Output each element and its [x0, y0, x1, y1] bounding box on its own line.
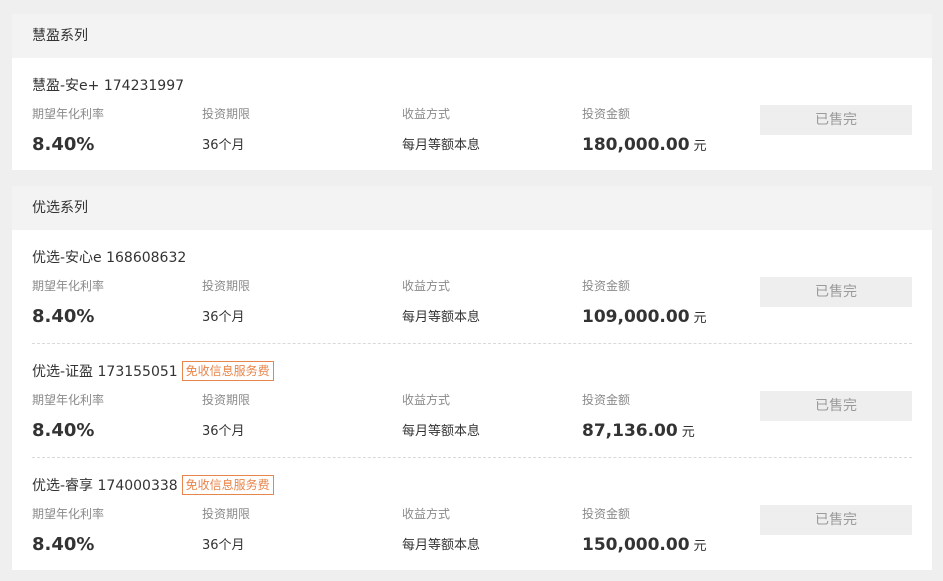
rate-value: 8.40%: [32, 306, 95, 327]
series-section-youxuan: 优选系列 优选-安心e 168608632 期望年化利率 8.40% 投资期限 …: [12, 186, 932, 570]
amount-label: 投资金额: [582, 507, 631, 521]
amount-value: 150,000.00: [582, 535, 690, 555]
product-title[interactable]: 慧盈-安e+ 174231997: [32, 75, 184, 95]
repayment-label: 收益方式: [402, 107, 451, 121]
amount-value: 109,000.00: [582, 307, 690, 327]
product-card: 慧盈-安e+ 174231997 期望年化利率 8.40% 投资期限 36个月 …: [32, 58, 912, 172]
amount-value: 180,000.00: [582, 135, 690, 155]
repayment-value: 每月等额本息: [402, 424, 481, 439]
amount-value-row: 109,000.00 元: [582, 307, 707, 329]
amount-unit: 元: [693, 139, 707, 154]
rate-column: 期望年化利率 8.40%: [32, 106, 104, 155]
amount-value-row: 87,136.00 元: [582, 421, 695, 443]
product-title[interactable]: 优选-安心e 168608632: [32, 247, 186, 267]
rate-value: 8.40%: [32, 134, 95, 155]
amount-unit: 元: [681, 425, 695, 440]
amount-label: 投资金额: [582, 393, 631, 407]
product-name[interactable]: 慧盈-安e+ 174231997: [32, 75, 184, 95]
series-section-huiying: 慧盈系列 慧盈-安e+ 174231997 期望年化利率 8.40% 投资期限 …: [12, 14, 932, 170]
amount-unit: 元: [693, 311, 707, 326]
product-list-page: 慧盈系列 慧盈-安e+ 174231997 期望年化利率 8.40% 投资期限 …: [0, 0, 943, 581]
rate-label: 期望年化利率: [32, 279, 105, 293]
amount-label: 投资金额: [582, 279, 631, 293]
product-card: 优选-证盈 173155051 免收信息服务费 期望年化利率 8.40% 投资期…: [32, 344, 912, 458]
repayment-value: 每月等额本息: [402, 138, 481, 153]
amount-value-row: 150,000.00 元: [582, 535, 707, 557]
term-label: 投资期限: [202, 107, 251, 121]
product-card: 优选-睿享 174000338 免收信息服务费 期望年化利率 8.40% 投资期…: [32, 458, 912, 572]
rate-column: 期望年化利率 8.40%: [32, 278, 104, 327]
amount-column: 投资金额 180,000.00 元: [582, 106, 707, 157]
sold-out-button[interactable]: 已售完: [760, 277, 912, 307]
term-column: 投资期限 36个月: [202, 506, 250, 556]
product-name[interactable]: 优选-安心e 168608632: [32, 247, 186, 267]
rate-label: 期望年化利率: [32, 393, 105, 407]
product-name[interactable]: 优选-证盈 173155051: [32, 361, 178, 381]
rate-label: 期望年化利率: [32, 107, 105, 121]
amount-unit: 元: [693, 539, 707, 554]
rate-value: 8.40%: [32, 534, 95, 555]
rate-label: 期望年化利率: [32, 507, 105, 521]
term-label: 投资期限: [202, 393, 251, 407]
sold-out-button[interactable]: 已售完: [760, 505, 912, 535]
term-column: 投资期限 36个月: [202, 106, 250, 156]
repayment-value: 每月等额本息: [402, 538, 481, 553]
product-card: 优选-安心e 168608632 期望年化利率 8.40% 投资期限 36个月 …: [32, 230, 912, 344]
series-header: 优选系列: [12, 186, 932, 230]
term-value: 36个月: [202, 138, 245, 153]
amount-value-row: 180,000.00 元: [582, 135, 707, 157]
series-header: 慧盈系列: [12, 14, 932, 58]
rate-column: 期望年化利率 8.40%: [32, 392, 104, 441]
amount-column: 投资金额 109,000.00 元: [582, 278, 707, 329]
repayment-value: 每月等额本息: [402, 310, 481, 325]
term-value: 36个月: [202, 310, 245, 325]
repayment-column: 收益方式 每月等额本息: [402, 278, 480, 328]
amount-column: 投资金额 150,000.00 元: [582, 506, 707, 557]
amount-label: 投资金额: [582, 107, 631, 121]
term-column: 投资期限 36个月: [202, 392, 250, 442]
repayment-label: 收益方式: [402, 393, 451, 407]
repayment-label: 收益方式: [402, 507, 451, 521]
rate-value: 8.40%: [32, 420, 95, 441]
term-label: 投资期限: [202, 279, 251, 293]
product-title[interactable]: 优选-证盈 173155051 免收信息服务费: [32, 361, 274, 381]
amount-column: 投资金额 87,136.00 元: [582, 392, 695, 443]
rate-column: 期望年化利率 8.40%: [32, 506, 104, 555]
sold-out-button[interactable]: 已售完: [760, 391, 912, 421]
term-label: 投资期限: [202, 507, 251, 521]
repayment-label: 收益方式: [402, 279, 451, 293]
repayment-column: 收益方式 每月等额本息: [402, 392, 480, 442]
product-title[interactable]: 优选-睿享 174000338 免收信息服务费: [32, 475, 274, 495]
repayment-column: 收益方式 每月等额本息: [402, 106, 480, 156]
term-column: 投资期限 36个月: [202, 278, 250, 328]
repayment-column: 收益方式 每月等额本息: [402, 506, 480, 556]
product-name[interactable]: 优选-睿享 174000338: [32, 475, 178, 495]
fee-waiver-tag: 免收信息服务费: [181, 361, 274, 381]
amount-value: 87,136.00: [582, 421, 678, 441]
fee-waiver-tag: 免收信息服务费: [181, 475, 274, 495]
sold-out-button[interactable]: 已售完: [760, 105, 912, 135]
term-value: 36个月: [202, 538, 245, 553]
term-value: 36个月: [202, 424, 245, 439]
